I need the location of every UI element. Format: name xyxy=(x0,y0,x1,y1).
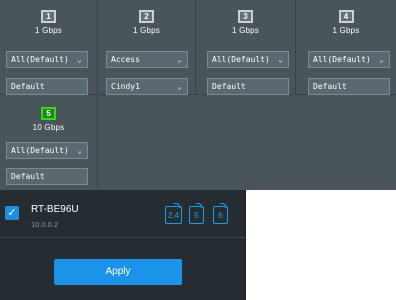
band-label: 2.4 xyxy=(167,211,180,220)
port-card-1: 1 1 Gbps All(Default) ⌄ Default xyxy=(0,0,98,95)
port-header: 3 1 Gbps xyxy=(196,6,295,35)
chevron-down-icon: ⌄ xyxy=(77,55,82,64)
band-5ghz-icon: 5 xyxy=(189,203,204,224)
port-header: 5 10 Gbps xyxy=(0,103,97,132)
ethernet-port-icon: 2 xyxy=(139,10,154,23)
checkmark-icon: ✓ xyxy=(7,207,17,219)
port-card-5: 5 10 Gbps All(Default) ⌄ Default xyxy=(0,95,98,190)
lan-ports-grid: 1 1 Gbps All(Default) ⌄ Default 2 1 Gbps… xyxy=(0,0,396,190)
port-speed: 10 Gbps xyxy=(32,123,65,132)
port-card-2: 2 1 Gbps Access ⌄ Cindy1 ⌄ xyxy=(98,0,196,95)
band-6ghz-icon: 6 xyxy=(213,203,228,224)
chevron-down-icon: ⌄ xyxy=(177,82,182,91)
vlan-select[interactable]: All(Default) ⌄ xyxy=(6,142,88,159)
vlan-select-value: Access xyxy=(111,55,140,64)
ethernet-port-icon: 5 xyxy=(41,107,56,120)
vlan-select[interactable]: All(Default) ⌄ xyxy=(207,51,289,68)
band-label: 5 xyxy=(194,211,199,220)
band-label: 6 xyxy=(218,211,223,220)
vlan-select[interactable]: Access ⌄ xyxy=(106,51,188,68)
port-speed: 1 Gbps xyxy=(133,26,160,35)
device-name: RT-BE96U xyxy=(31,204,79,215)
vlan-select[interactable]: All(Default) ⌄ xyxy=(308,51,390,68)
port-header: 1 1 Gbps xyxy=(0,6,97,35)
profile-field[interactable]: Default xyxy=(6,168,88,185)
port-header: 2 1 Gbps xyxy=(98,6,195,35)
ethernet-port-icon: 1 xyxy=(41,10,56,23)
chevron-down-icon: ⌄ xyxy=(77,146,82,155)
device-ip: 10.0.0.2 xyxy=(31,220,59,229)
chevron-down-icon: ⌄ xyxy=(278,55,283,64)
band-2-4ghz-icon: 2.4 xyxy=(165,203,182,224)
port-speed: 1 Gbps xyxy=(232,26,259,35)
chevron-down-icon: ⌄ xyxy=(177,55,182,64)
port-speed: 1 Gbps xyxy=(35,26,62,35)
ethernet-port-icon: 3 xyxy=(238,10,253,23)
vlan-select-value: All(Default) xyxy=(313,55,371,64)
port-card-4: 4 1 Gbps All(Default) ⌄ Default xyxy=(296,0,396,95)
apply-button[interactable]: Apply xyxy=(54,259,182,285)
profile-select-value: Cindy1 xyxy=(111,82,140,91)
chevron-down-icon: ⌄ xyxy=(379,55,384,64)
port-card-3: 3 1 Gbps All(Default) ⌄ Default xyxy=(196,0,296,95)
device-checkbox[interactable]: ✓ xyxy=(5,206,19,220)
vlan-select-value: All(Default) xyxy=(212,55,270,64)
divider xyxy=(0,237,246,238)
profile-field[interactable]: Default xyxy=(308,78,390,95)
profile-select[interactable]: Cindy1 ⌄ xyxy=(106,78,188,95)
profile-field[interactable]: Default xyxy=(6,78,88,95)
ethernet-port-icon: 4 xyxy=(338,10,354,23)
vlan-select-value: All(Default) xyxy=(11,146,69,155)
profile-field[interactable]: Default xyxy=(207,78,289,95)
port-speed: 1 Gbps xyxy=(332,26,360,35)
vlan-select[interactable]: All(Default) ⌄ xyxy=(6,51,88,68)
vlan-select-value: All(Default) xyxy=(11,55,69,64)
port-header: 4 1 Gbps xyxy=(296,6,396,35)
